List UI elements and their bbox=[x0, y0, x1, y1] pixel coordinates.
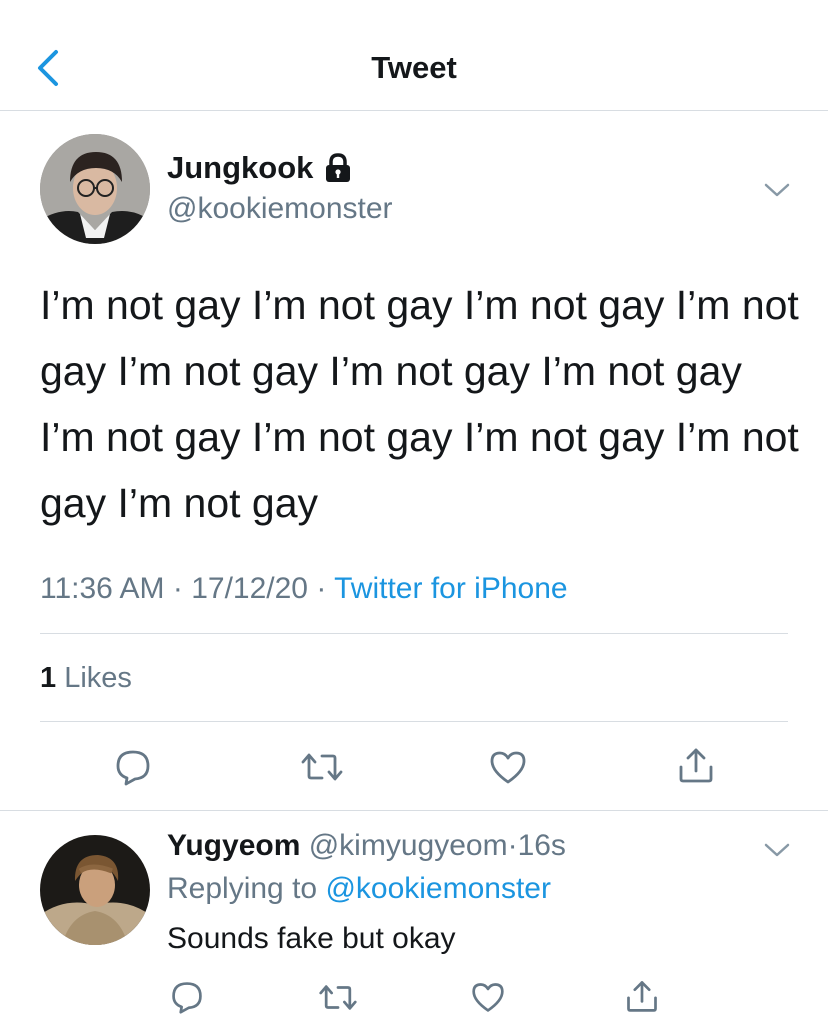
replying-to: Replying to @kookiemonster bbox=[167, 872, 551, 906]
divider bbox=[40, 633, 788, 634]
reply-time: 16s bbox=[517, 829, 566, 862]
like-icon bbox=[490, 751, 526, 784]
reply-share-button[interactable] bbox=[624, 978, 660, 1014]
retweet-icon bbox=[319, 985, 357, 1010]
reply-icon bbox=[172, 982, 202, 1014]
reply-header: Yugyeom @kimyugyeom·16s bbox=[167, 829, 566, 863]
like-icon bbox=[472, 983, 504, 1012]
top-nav-bar: Tweet bbox=[0, 0, 828, 111]
likes-label: Likes bbox=[64, 662, 132, 694]
share-button[interactable] bbox=[676, 745, 716, 785]
reply-separator: · bbox=[507, 829, 518, 862]
reply-retweet-button[interactable] bbox=[318, 982, 358, 1013]
author-handle[interactable]: @kookiemonster bbox=[167, 192, 393, 226]
avatar[interactable] bbox=[40, 134, 150, 244]
page-title: Tweet bbox=[371, 50, 457, 85]
reply-icon bbox=[116, 750, 150, 786]
lock-icon bbox=[323, 152, 353, 184]
author-display-name: Jungkook bbox=[167, 150, 314, 185]
meta-separator: · bbox=[172, 572, 183, 605]
reply-text: Sounds fake but okay bbox=[167, 922, 456, 955]
replying-prefix: Replying to bbox=[167, 872, 318, 905]
tweet-meta: 11:36 AM · 17/12/20 · Twitter for iPhone bbox=[40, 572, 568, 606]
tweet-source-link[interactable]: Twitter for iPhone bbox=[334, 572, 567, 605]
chevron-down-icon bbox=[764, 843, 790, 857]
chevron-down-icon bbox=[764, 183, 790, 197]
replying-to-link[interactable]: @kookiemonster bbox=[325, 872, 551, 905]
reply-like-button[interactable] bbox=[470, 980, 506, 1014]
tweet-options-button[interactable] bbox=[762, 180, 792, 200]
retweet-icon bbox=[301, 753, 343, 781]
like-button[interactable] bbox=[488, 748, 528, 786]
share-icon bbox=[679, 748, 713, 783]
tweet-time: 11:36 AM bbox=[40, 572, 165, 605]
reply-display-name[interactable]: Yugyeom bbox=[167, 829, 300, 862]
reply-reply-button[interactable] bbox=[170, 980, 204, 1014]
meta-separator: · bbox=[316, 572, 327, 605]
likes-count: 1 bbox=[40, 662, 57, 694]
divider bbox=[40, 721, 788, 722]
retweet-button[interactable] bbox=[300, 750, 344, 784]
reply-button[interactable] bbox=[114, 748, 152, 786]
tweet-text: I’m not gay I’m not gay I’m not gay I’m … bbox=[40, 282, 799, 526]
reply-handle[interactable]: @kimyugyeom bbox=[309, 829, 508, 862]
likes-count-link[interactable]: 1 Likes bbox=[40, 662, 132, 695]
divider bbox=[0, 810, 828, 811]
author-name[interactable]: Jungkook bbox=[167, 150, 353, 186]
share-icon bbox=[627, 981, 657, 1012]
reply-avatar[interactable] bbox=[40, 835, 150, 945]
reply-options-button[interactable] bbox=[762, 840, 792, 860]
tweet-date: 17/12/20 bbox=[191, 572, 308, 605]
